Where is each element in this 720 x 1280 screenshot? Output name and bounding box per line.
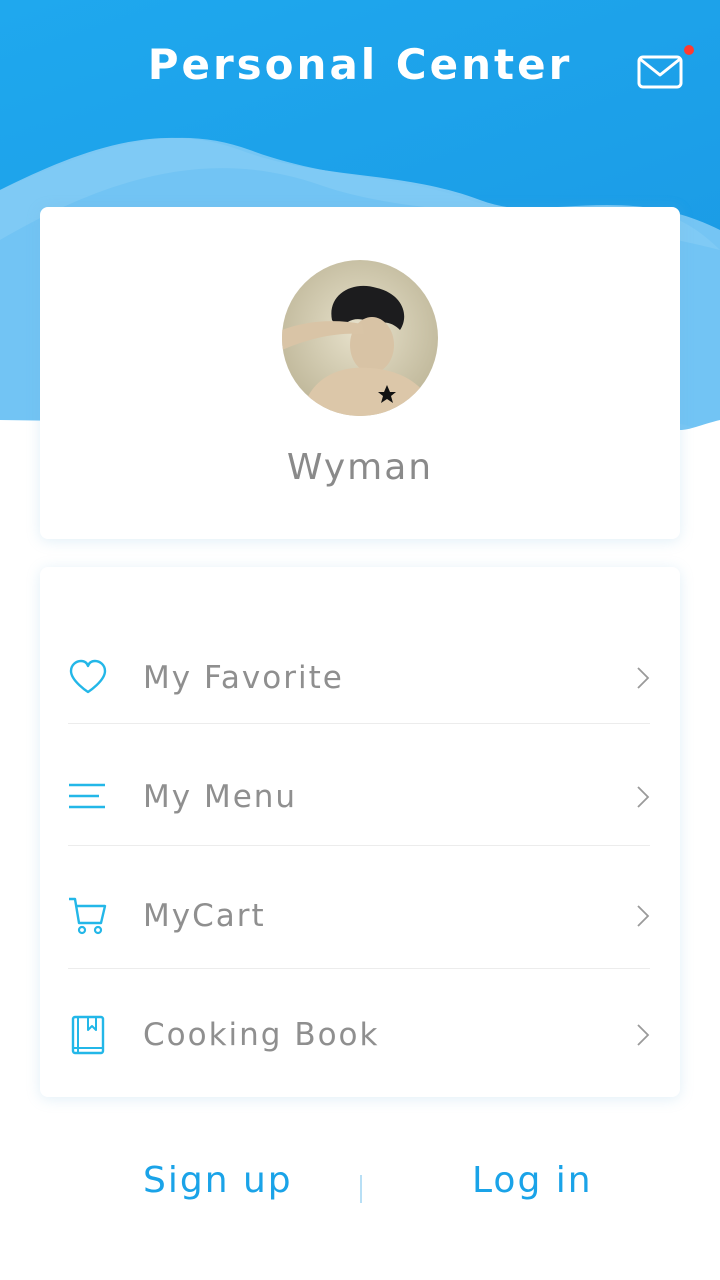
notification-dot	[684, 45, 694, 55]
menu-lines-icon	[69, 783, 105, 809]
menu-item-label: MyCart	[143, 898, 266, 934]
menu-divider	[68, 968, 650, 969]
heart-icon	[69, 659, 107, 694]
cart-icon	[69, 897, 107, 935]
menu-divider	[68, 723, 650, 724]
menu-card: My Favorite My Menu MyCart Cooking Book	[40, 567, 680, 1097]
mail-icon	[637, 55, 683, 89]
avatar[interactable]	[282, 260, 438, 416]
auth-separator	[360, 1175, 362, 1203]
menu-item-label: My Favorite	[143, 660, 344, 696]
chevron-right-icon	[637, 786, 650, 808]
user-avatar-icon	[282, 260, 438, 416]
chevron-right-icon	[637, 905, 650, 927]
profile-card: Wyman	[40, 207, 680, 539]
menu-divider	[68, 845, 650, 846]
log-in-link[interactable]: Log in	[472, 1160, 593, 1201]
chevron-right-icon	[637, 667, 650, 689]
sign-up-link[interactable]: Sign up	[143, 1160, 293, 1201]
menu-item-label: My Menu	[143, 779, 298, 815]
username: Wyman	[286, 447, 434, 488]
page-title: Personal Center	[147, 40, 573, 89]
menu-item-my-favorite[interactable]: My Favorite	[68, 619, 650, 737]
book-icon	[71, 1015, 105, 1055]
menu-item-cooking-book[interactable]: Cooking Book	[68, 976, 650, 1094]
menu-item-label: Cooking Book	[143, 1017, 380, 1053]
mail-button[interactable]	[636, 52, 684, 92]
menu-item-my-cart[interactable]: MyCart	[68, 857, 650, 975]
chevron-right-icon	[637, 1024, 650, 1046]
menu-item-my-menu[interactable]: My Menu	[68, 738, 650, 856]
